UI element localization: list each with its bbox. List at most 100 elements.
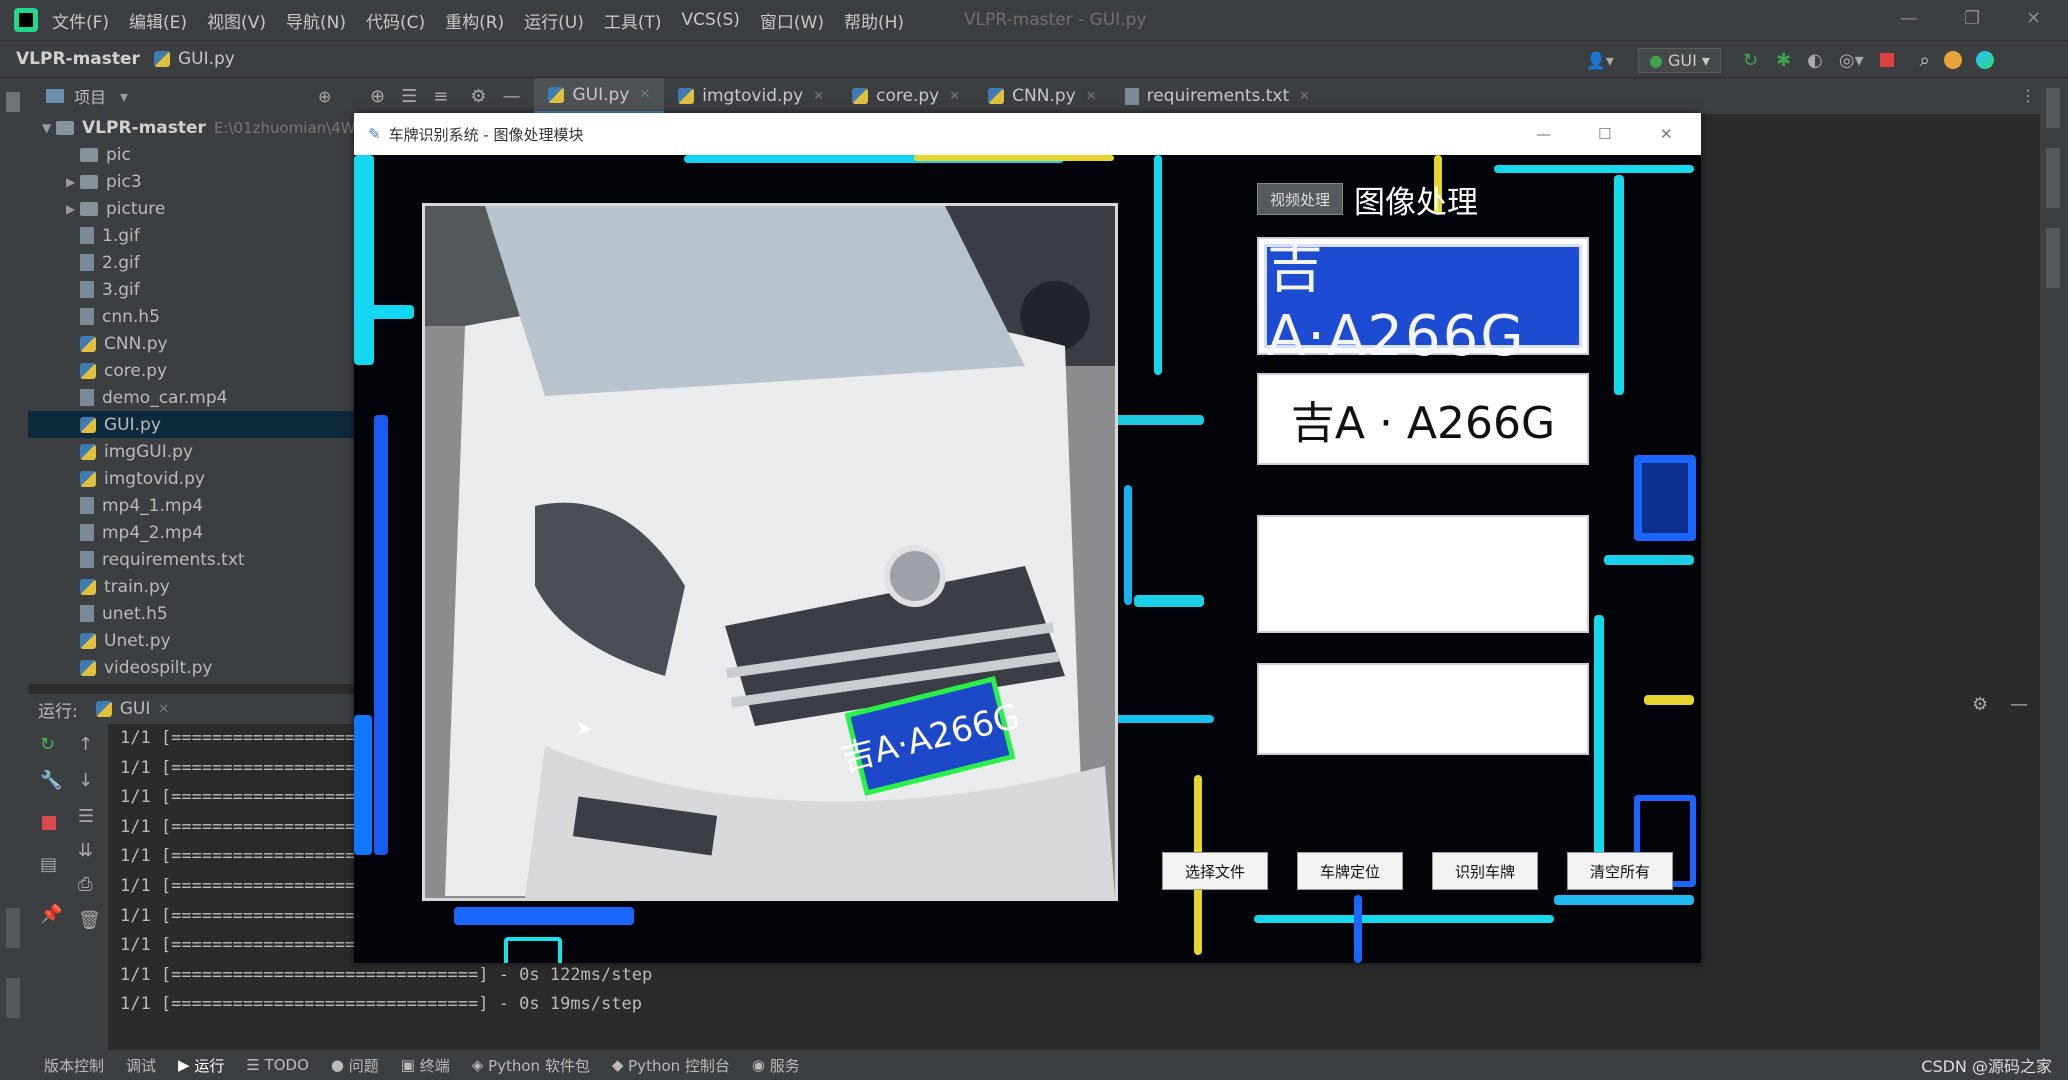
profile-icon[interactable]: ◎▾: [1839, 50, 1864, 71]
project-panel-title[interactable]: 项目: [74, 84, 106, 108]
expand-all-icon[interactable]: ☰: [401, 86, 417, 107]
tool-python-console[interactable]: ◆ Python 控制台: [612, 1055, 730, 1076]
tree-item[interactable]: demo_car.mp4: [28, 384, 358, 411]
update-icon[interactable]: [1943, 51, 1962, 69]
menu-file[interactable]: 文件(F): [52, 8, 109, 33]
tree-item[interactable]: GUI.py: [28, 411, 358, 438]
select-file-button[interactable]: 选择文件: [1162, 852, 1268, 890]
tab-core-py[interactable]: core.py ✕: [838, 78, 974, 114]
tab-gui-py[interactable]: GUI.py ✕: [534, 78, 665, 114]
video-processing-tab[interactable]: 视频处理: [1257, 183, 1343, 215]
tab-imgtovid-py[interactable]: imgtovid.py ✕: [664, 78, 838, 114]
arrow-down-icon[interactable]: ↓: [78, 770, 93, 791]
breadcrumb-file[interactable]: GUI.py: [178, 49, 235, 69]
target-icon[interactable]: ⊕: [370, 86, 385, 107]
close-icon[interactable]: ✕: [2026, 8, 2041, 29]
pin-icon[interactable]: 📌: [40, 904, 62, 925]
tree-item[interactable]: core.py: [28, 357, 358, 384]
more-tabs-icon[interactable]: ⋮: [2020, 86, 2036, 105]
tree-item[interactable]: ▶ picture: [28, 195, 358, 222]
tree-item[interactable]: 2.gif: [28, 249, 358, 276]
debug-icon[interactable]: ✱: [1776, 50, 1791, 71]
breadcrumb-project[interactable]: VLPR-master: [16, 49, 140, 69]
print-icon[interactable]: ⎙: [78, 874, 92, 895]
scroll-to-end-icon[interactable]: ⇊: [78, 840, 93, 861]
search-icon[interactable]: ⌕: [1920, 50, 1930, 71]
recognize-plate-button[interactable]: 识别车牌: [1432, 852, 1538, 890]
layout-icon[interactable]: ▤: [40, 854, 57, 875]
coverage-icon[interactable]: ◐: [1807, 50, 1823, 71]
tree-item[interactable]: requirements.txt: [28, 546, 358, 573]
rerun-icon[interactable]: ↻: [1743, 50, 1758, 71]
tree-item[interactable]: Unet.py: [28, 627, 358, 654]
tab-requirements-txt[interactable]: requirements.txt ✕: [1111, 78, 1324, 114]
tree-item[interactable]: ▶ pic3: [28, 168, 358, 195]
stop-icon[interactable]: [42, 816, 56, 830]
chevron-down-icon[interactable]: ▾: [120, 87, 128, 106]
tree-item[interactable]: 3.gif: [28, 276, 358, 303]
tool-terminal[interactable]: ▣ 终端: [401, 1055, 450, 1076]
tree-item[interactable]: pic: [28, 141, 358, 168]
clear-all-button[interactable]: 清空所有: [1567, 852, 1673, 890]
menu-help[interactable]: 帮助(H): [844, 8, 904, 33]
tool-problems[interactable]: ● 问题: [331, 1055, 379, 1076]
structure-tool-icon[interactable]: [6, 978, 20, 1018]
menu-window[interactable]: 窗口(W): [760, 8, 824, 33]
tree-item[interactable]: cnn.h5: [28, 303, 358, 330]
trash-icon[interactable]: 🗑: [78, 910, 101, 931]
tab-close-icon[interactable]: ✕: [949, 89, 960, 104]
app-minimize-icon[interactable]: —: [1536, 125, 1551, 143]
menu-tools[interactable]: 工具(T): [604, 8, 662, 33]
gear-icon[interactable]: ⚙: [470, 86, 486, 107]
expand-arrow-icon[interactable]: ▶: [66, 175, 80, 189]
tab-close-icon[interactable]: ✕: [1299, 89, 1310, 104]
rerun-icon[interactable]: ↻: [40, 734, 55, 755]
app-maximize-icon[interactable]: ☐: [1598, 125, 1611, 143]
tab-close-icon[interactable]: ✕: [639, 87, 650, 102]
tree-item[interactable]: mp4_2.mp4: [28, 519, 358, 546]
tree-item[interactable]: imgGUI.py: [28, 438, 358, 465]
notifications-tool-icon[interactable]: [2046, 88, 2060, 128]
run-config-select[interactable]: ● GUI ▾: [1637, 47, 1721, 73]
tool-python-packages[interactable]: ◈ Python 软件包: [472, 1055, 590, 1076]
locate-plate-button[interactable]: 车牌定位: [1297, 852, 1403, 890]
tree-item[interactable]: CNN.py: [28, 330, 358, 357]
tab-close-icon[interactable]: ✕: [813, 89, 824, 104]
project-tool-icon[interactable]: [6, 92, 20, 112]
app-close-icon[interactable]: ✕: [1660, 125, 1673, 143]
arrow-up-icon[interactable]: ↑: [78, 734, 93, 755]
bookmarks-tool-icon[interactable]: [6, 908, 20, 948]
tree-item[interactable]: train.py: [28, 573, 358, 600]
tab-close-icon[interactable]: ✕: [1086, 89, 1097, 104]
run-settings-gear-icon[interactable]: ⚙: [1972, 694, 1988, 715]
menu-code[interactable]: 代码(C): [366, 8, 425, 33]
stop-icon[interactable]: [1879, 53, 1894, 67]
tool-todo[interactable]: ☰ TODO: [246, 1056, 309, 1074]
run-tab-close-icon[interactable]: ✕: [158, 702, 169, 717]
collapse-all-icon[interactable]: ≡: [433, 86, 448, 107]
tool-run[interactable]: ▶ 运行: [178, 1055, 224, 1076]
tool-debug[interactable]: 调试: [126, 1055, 156, 1076]
sciview-tool-icon[interactable]: [2046, 228, 2060, 288]
restore-icon[interactable]: ❐: [1964, 8, 1980, 29]
jetbrains-ai-icon[interactable]: [1975, 51, 1994, 69]
database-tool-icon[interactable]: [2046, 148, 2060, 208]
menu-navigate[interactable]: 导航(N): [286, 8, 346, 33]
soft-wrap-icon[interactable]: ☰: [78, 806, 94, 827]
wrench-icon[interactable]: 🔧: [40, 770, 62, 791]
tree-item[interactable]: mp4_1.mp4: [28, 492, 358, 519]
tab-cnn-py[interactable]: CNN.py ✕: [974, 78, 1110, 114]
user-icon[interactable]: 👤▾: [1586, 51, 1614, 70]
hide-panel-icon[interactable]: —: [502, 86, 520, 107]
tree-item[interactable]: imgtovid.py: [28, 465, 358, 492]
tool-services[interactable]: ◉ 服务: [752, 1055, 800, 1076]
locate-icon[interactable]: ⊕: [318, 87, 331, 106]
tree-item[interactable]: unet.h5: [28, 600, 358, 627]
menu-view[interactable]: 视图(V): [207, 8, 266, 33]
menu-refactor[interactable]: 重构(R): [445, 8, 504, 33]
tree-item[interactable]: 1.gif: [28, 222, 358, 249]
tree-root[interactable]: ▼ VLPR-master E:\01zhuomian\4W: [28, 114, 358, 141]
menu-vcs[interactable]: VCS(S): [682, 10, 740, 30]
menu-edit[interactable]: 编辑(E): [129, 8, 187, 33]
expand-arrow-icon[interactable]: ▼: [42, 121, 56, 135]
